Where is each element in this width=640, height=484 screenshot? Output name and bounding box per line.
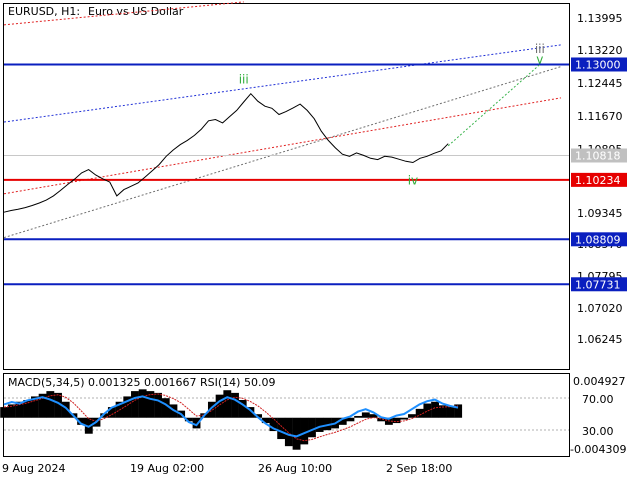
indicator-y-tick-label: -0.004309 [570,443,626,456]
macd-histogram-bar [154,392,162,418]
y-tick-label: 1.13995 [577,12,623,25]
price-label-text: 1.10234 [575,174,621,187]
y-tick-label: 1.09345 [577,207,623,220]
macd-histogram-bar [231,392,239,418]
indicator-y-tick-label: 30.00 [582,425,614,438]
macd-histogram-bar [423,403,432,418]
price-label-text: 1.13000 [575,58,621,71]
indicator-title: MACD(5,34,5) 0.001325 0.001667 RSI(14) 5… [8,376,275,389]
symbol-description-label: Euro vs US Dollar [88,5,184,18]
x-tick-label: 2 Sep 18:00 [386,462,452,475]
macd-histogram-bar [161,398,170,418]
macd-histogram-bar [392,417,401,424]
y-tick-label: 1.11670 [577,110,623,123]
macd-histogram-bar [292,417,301,450]
wave-label: iii [239,72,249,86]
macd-histogram-bar [146,391,155,418]
wave-label: iv [408,174,418,188]
macd-histogram-bar [131,391,139,418]
y-tick-label: 1.07020 [577,302,623,315]
wave-label: iii [535,42,545,56]
macd-histogram-bar [223,390,232,418]
indicator-y-tick-label: 0.004927 [573,375,626,388]
macd-histogram-bar [315,417,324,432]
macd-histogram-bar [138,389,147,418]
macd-histogram-bar [361,412,370,418]
macd-histogram-bar [284,417,293,447]
macd-histogram-bar [431,401,439,418]
price-label-text: 1.07731 [575,278,621,291]
price-chart-root[interactable]: EURUSD, H1: Euro vs US Dollar MACD(5,34,… [0,0,640,480]
y-tick-label: 1.12445 [577,77,623,90]
current-price-label-text: 1.10818 [575,150,621,163]
x-tick-label: 19 Aug 02:00 [130,462,204,475]
x-tick-label: 9 Aug 2024 [2,462,65,475]
macd-histogram-bar [446,406,455,418]
price-label-text: 1.08809 [575,233,621,246]
x-tick-label: 26 Aug 10:00 [258,462,332,475]
macd-histogram-bar [400,417,409,420]
y-tick-label: 1.06245 [577,333,623,346]
symbol-timeframe-label: EURUSD, H1: [8,5,80,18]
chart-svg[interactable]: EURUSD, H1: Euro vs US Dollar MACD(5,34,… [0,0,640,480]
y-tick-label: 1.13220 [577,44,623,57]
macd-histogram-bar [46,391,55,418]
macd-histogram-bar [23,399,32,418]
macd-histogram-bar [308,417,316,438]
indicator-y-tick-label: 70.00 [582,393,614,406]
macd-histogram-bar [346,417,355,422]
macd-histogram-bar [354,415,363,418]
macd-histogram-bar [0,407,9,418]
